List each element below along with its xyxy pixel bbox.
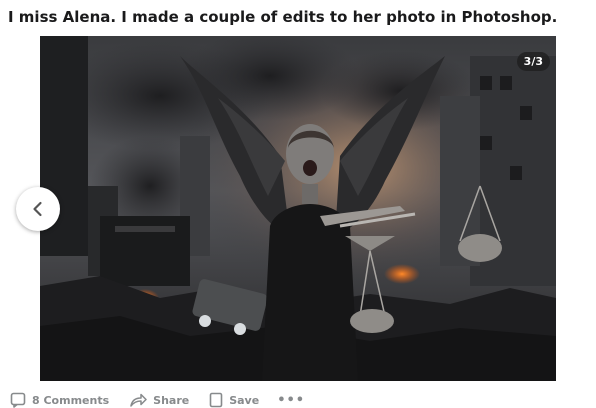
share-icon	[129, 392, 147, 408]
share-label: Share	[153, 393, 190, 407]
chevron-left-icon	[33, 201, 42, 217]
image-counter: 3/3	[516, 52, 550, 71]
share-button[interactable]: Share	[129, 392, 189, 408]
comments-label: 8 Comments	[32, 393, 110, 407]
post-title[interactable]: I miss Alena. I made a couple of edits t…	[8, 8, 557, 26]
save-label: Save	[229, 393, 260, 407]
previous-image-button[interactable]	[16, 187, 60, 231]
comment-icon	[10, 392, 26, 408]
save-button[interactable]: Save	[209, 392, 259, 408]
image-gallery[interactable]: 3/3	[40, 36, 556, 381]
post: I miss Alena. I made a couple of edits t…	[0, 0, 596, 408]
comments-button[interactable]: 8 Comments	[10, 392, 109, 408]
gallery-image	[40, 36, 556, 381]
more-options-button[interactable]: •••	[277, 393, 305, 408]
bookmark-icon	[209, 392, 223, 408]
post-actions: 8 Comments Share Save •••	[10, 390, 305, 408]
